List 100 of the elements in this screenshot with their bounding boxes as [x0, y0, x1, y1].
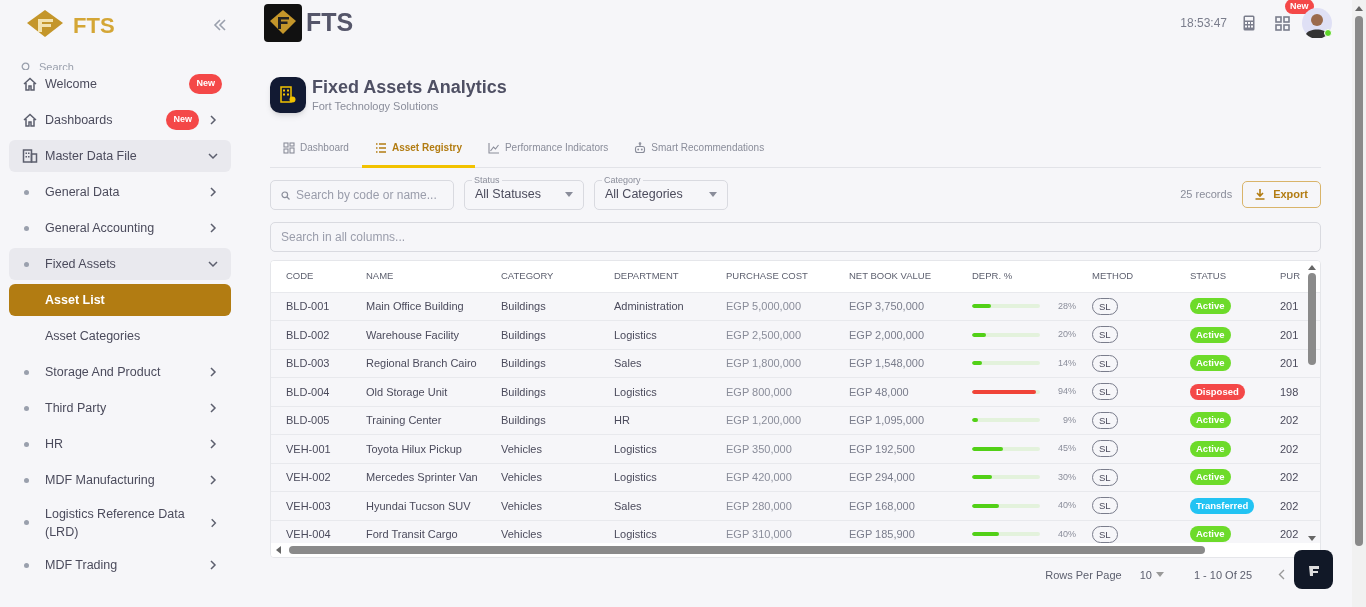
table-cell-text: Old Storage Unit [366, 384, 449, 400]
chevron-icon [207, 402, 219, 414]
depreciation-bar [972, 532, 1040, 537]
table-cell-text: VEH-002 [286, 470, 332, 485]
page-title: Fixed Assets Analytics [312, 76, 507, 98]
table-cell-text: Buildings [501, 299, 547, 314]
depreciation-bar [972, 475, 1040, 480]
table-cell-text: EGP 420,000 [726, 470, 793, 485]
percent-label: 40% [1058, 527, 1076, 541]
line-chart-icon [487, 141, 500, 154]
sidebar-item[interactable]: Storage And Product [9, 356, 231, 388]
avatar[interactable] [1302, 8, 1332, 38]
table-cell-text: Logistics [614, 441, 658, 457]
sidebar-item[interactable]: General Data [9, 176, 231, 208]
status-tag: Active [1190, 526, 1231, 543]
sidebar-item[interactable]: Dashboards New [9, 104, 231, 136]
column-header[interactable]: NET BOOK VALUE [849, 268, 972, 284]
sidebar-item[interactable]: HR [9, 428, 231, 460]
table-cell-text: Training Center [366, 413, 443, 428]
status-tag: Active [1190, 440, 1231, 457]
sidebar-item[interactable]: MDF Trading [9, 549, 231, 581]
status-tag: Active [1190, 469, 1231, 486]
table-cell-text: Regional Branch Cairo [366, 356, 478, 371]
calculator-icon[interactable] [1243, 15, 1255, 31]
table-cell-text: Vehicles [501, 441, 543, 457]
chat-launcher-button[interactable] [1294, 550, 1333, 589]
percent-label: 9% [1063, 413, 1076, 427]
depreciation-bar [972, 503, 1040, 508]
column-header[interactable]: CODE [286, 268, 366, 284]
percent-label: 30% [1058, 470, 1076, 484]
scroll-left-icon[interactable] [275, 544, 283, 555]
column-header[interactable]: PUR [1280, 268, 1308, 284]
table-cell-text: EGP 1,200,000 [726, 413, 803, 428]
table-cell-text: EGP 1,095,000 [849, 413, 926, 428]
status-tag: Active [1190, 355, 1231, 372]
sidebar-item[interactable]: Fixed Assets [9, 248, 231, 280]
record-count: 25 records [1180, 187, 1233, 203]
column-header[interactable]: STATUS [1190, 268, 1280, 284]
chevron-icon [207, 559, 219, 571]
rows-per-page-select[interactable]: 10 [1139, 566, 1164, 583]
table-cell-text: EGP 168,000 [849, 498, 916, 514]
table-cell-text: 202 [1280, 470, 1300, 485]
table-cell-text: VEH-004 [286, 527, 332, 542]
table-cell-text: 201 [1280, 299, 1300, 314]
depreciation-bar [972, 389, 1040, 394]
sidebar-item[interactable]: Master Data File [9, 140, 231, 172]
global-search-field[interactable]: Search in all columns... [270, 221, 1321, 252]
page-subtitle: Fort Technology Solutions [312, 99, 440, 114]
search-field[interactable]: Search [39, 58, 189, 70]
chevron-icon [207, 258, 219, 270]
sidebar-item[interactable]: General Accounting [9, 212, 231, 244]
chevron-icon [207, 186, 219, 198]
depreciation-bar [972, 446, 1040, 451]
table-cell-text: BLD-001 [286, 299, 331, 314]
sidebar-item[interactable]: Asset Categories [9, 320, 231, 352]
sidebar-item[interactable]: Logistics Reference Data (LRD) [9, 500, 231, 545]
column-header[interactable]: DEPARTMENT [614, 268, 726, 284]
column-header[interactable]: PURCHASE COST [726, 268, 849, 284]
previous-page-icon[interactable] [1278, 569, 1285, 581]
search-icon [21, 61, 31, 70]
chevron-icon [207, 438, 219, 450]
table-cell-text: Warehouse Facility [366, 327, 461, 343]
status-tag: Disposed [1190, 383, 1245, 400]
chevron-icon [207, 366, 219, 378]
table-cell-text: 202 [1280, 527, 1300, 542]
bullet-icon [24, 189, 29, 195]
chevron-icon [207, 114, 219, 126]
depreciation-bar [972, 304, 1040, 309]
table-cell-text: Logistics [614, 470, 658, 485]
table-cell-text: Logistics [614, 527, 658, 542]
table-cell-text: EGP 280,000 [726, 498, 793, 514]
scroll-thumb[interactable] [1308, 272, 1316, 365]
column-header[interactable]: METHOD [1092, 268, 1190, 284]
column-header[interactable]: CATEGORY [501, 268, 614, 284]
column-header[interactable]: DEPR. % [972, 268, 1092, 284]
table-cell-text: Sales [614, 356, 643, 371]
new-badge: New [189, 74, 222, 94]
search-field[interactable]: Search by code or name... [270, 179, 454, 210]
page-scrollbar[interactable] [1352, 0, 1366, 607]
table-cell-text: Logistics [614, 384, 658, 400]
sidebar-item[interactable]: Asset List [9, 284, 231, 316]
building-icon [270, 77, 306, 114]
bullet-icon [24, 261, 29, 267]
table-cell-text: BLD-003 [286, 356, 331, 371]
table-cell-text: EGP 294,000 [849, 470, 916, 485]
apps-icon[interactable] [1275, 15, 1290, 31]
table-cell-text: HR [614, 413, 631, 428]
bullet-icon [24, 405, 29, 411]
dropdown-icon [1155, 572, 1164, 578]
collapse-icon[interactable] [213, 19, 227, 31]
table-cell-text: Buildings [501, 327, 547, 343]
scroll-up-icon[interactable] [1354, 4, 1364, 12]
depreciation-bar [972, 418, 1040, 423]
bullet-icon [24, 562, 29, 568]
sidebar-item[interactable]: MDF Manufacturing [9, 464, 231, 496]
table-cell-text: Hyundai Tucson SUV [366, 498, 472, 514]
column-header[interactable]: NAME [366, 268, 501, 284]
sidebar-item[interactable]: Third Party [9, 392, 231, 424]
status-tag: Active [1190, 298, 1231, 315]
percent-label: 45% [1058, 442, 1076, 455]
